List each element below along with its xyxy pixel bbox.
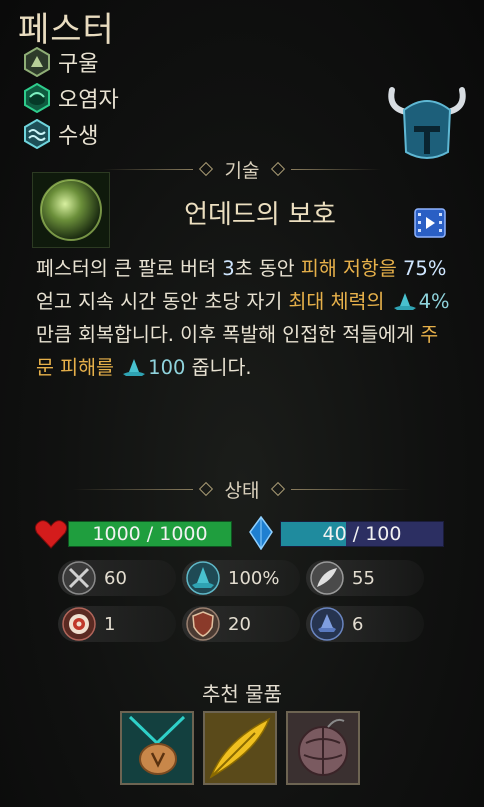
stat-value: 60 [104, 567, 127, 589]
stat-attack-damage[interactable]: 60 [58, 560, 176, 596]
status-section-divider: 상태 [0, 476, 484, 502]
magic-resist-icon [310, 607, 344, 641]
trait-defiler[interactable]: 오염자 [22, 82, 119, 114]
health-value: 1000 / 1000 [92, 523, 208, 545]
ability-power-icon [186, 561, 220, 595]
stat-armor[interactable]: 20 [182, 606, 300, 642]
helmet-icon [388, 87, 466, 159]
trait-label: 구울 [58, 52, 99, 77]
trait-label: 오염자 [58, 88, 119, 113]
recommended-items-title: 추천 물품 [202, 682, 282, 706]
desc-text: 초 동안 [234, 257, 301, 280]
stat-range[interactable]: 1 [58, 606, 176, 642]
attack-speed-icon [310, 561, 344, 595]
mana-crystal-icon [249, 516, 273, 550]
duration-value: 3 [222, 257, 235, 280]
stat-value: 1 [104, 613, 116, 635]
max-health-keyword: 최대 체력의 [288, 290, 385, 313]
desc-text: 줍니다. [185, 356, 252, 379]
skill-section-label: 기술 [224, 159, 260, 182]
stat-value: 100% [228, 567, 280, 589]
attack-damage-icon [62, 561, 96, 595]
skill-description: 페스터의 큰 팔로 버텨 3초 동안 피해 저항을 75% 얻고 지속 시간 동… [36, 252, 456, 384]
recommended-item-3[interactable] [286, 711, 360, 785]
stat-value: 20 [228, 613, 251, 635]
damage-reduction-keyword: 피해 저항을 [300, 257, 397, 280]
stat-attack-speed[interactable]: 55 [306, 560, 424, 596]
ghoul-icon [24, 47, 50, 77]
stat-value: 6 [352, 613, 364, 635]
recommended-item-1[interactable] [120, 711, 194, 785]
damage-reduction-value: 75% [403, 257, 447, 280]
skill-orb-icon [32, 172, 110, 248]
magic-damage-value: 100 [148, 356, 186, 379]
desc-text: 페스터의 큰 팔로 버텨 [36, 257, 223, 280]
status-section-label: 상태 [224, 479, 260, 502]
health-bar: 1000 / 1000 [68, 521, 232, 547]
trait-ghoul[interactable]: 구울 [22, 46, 98, 78]
stat-ability-power[interactable]: 100% [182, 560, 300, 596]
mana-value: 40 / 100 [322, 523, 402, 545]
champion-name: 페스터 [18, 10, 115, 50]
range-icon [62, 607, 96, 641]
ability-power-icon [393, 293, 416, 310]
feather-item-icon [205, 713, 275, 783]
trait-label: 수생 [58, 124, 99, 149]
aquatic-icon [24, 119, 50, 149]
stat-value: 55 [352, 567, 375, 589]
defiler-icon [24, 83, 50, 113]
mana-bar: 40 / 100 [280, 521, 444, 547]
desc-text: 얻고 지속 시간 동안 초당 자기 [36, 290, 289, 313]
skill-video-button[interactable] [414, 208, 446, 238]
ability-power-icon [123, 359, 146, 376]
heal-percent-value: 4% [418, 290, 450, 313]
trait-aquatic[interactable]: 수생 [22, 118, 98, 150]
skill-name: 언데드의 보호 [184, 200, 336, 230]
stat-magic-resist[interactable]: 6 [306, 606, 424, 642]
amulet-item-icon [122, 713, 192, 783]
recommended-item-2[interactable] [203, 711, 277, 785]
armor-icon [186, 607, 220, 641]
orb-item-icon [288, 713, 358, 783]
heart-icon [34, 520, 68, 549]
desc-text: 만큼 회복합니다. 이후 폭발해 인접한 적들에게 [36, 323, 421, 346]
